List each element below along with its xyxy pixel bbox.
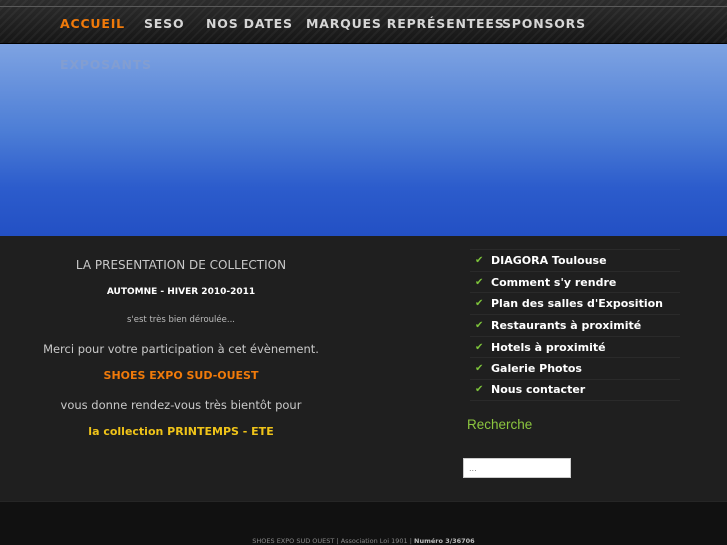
sidebar-item-gallery[interactable]: ✔ Galerie Photos	[470, 357, 680, 379]
sidebar-menu: ✔ DIAGORA Toulouse ✔ Comment s'y rendre …	[470, 249, 680, 401]
header-banner	[0, 44, 727, 236]
thanks-text: Merci pour votre participation à cet évè…	[43, 342, 319, 356]
sidebar-item-label: Nous contacter	[491, 383, 586, 397]
sidebar-item-hotels[interactable]: ✔ Hotels à proximité	[470, 335, 680, 358]
nav-exposants[interactable]: EXPOSANTS	[60, 57, 152, 72]
nav-seso[interactable]: SESO	[144, 16, 184, 31]
check-icon: ✔	[475, 363, 484, 375]
footer-association: SHOES EXPO SUD OUEST | Association Loi 1…	[252, 537, 415, 545]
check-icon: ✔	[475, 254, 484, 266]
rendezvous-text: vous donne rendez-vous très bientôt pour	[60, 398, 302, 412]
check-icon: ✔	[475, 319, 484, 331]
footer: SHOES EXPO SUD OUEST | Association Loi 1…	[0, 501, 727, 545]
season-title: AUTOMNE - HIVER 2010-2011	[106, 287, 256, 297]
sidebar-item-contact[interactable]: ✔ Nous contacter	[470, 379, 680, 401]
brand-name: SHOES EXPO SUD-OUEST	[103, 369, 259, 382]
sidebar-item-label: Comment s'y rendre	[491, 275, 617, 289]
sidebar-item-label: DIAGORA Toulouse	[491, 253, 607, 267]
status-text: s'est très bien déroulée...	[127, 315, 235, 325]
sidebar-item-directions[interactable]: ✔ Comment s'y rendre	[470, 270, 680, 293]
nav-marques-representees[interactable]: MARQUES REPRÉSENTEES	[306, 16, 505, 31]
sidebar-item-label: Plan des salles d'Exposition	[491, 297, 663, 311]
announcement-heading: LA PRESENTATION DE COLLECTION	[75, 258, 287, 272]
sidebar-item-label: Galerie Photos	[491, 362, 582, 376]
sidebar-item-diagora[interactable]: ✔ DIAGORA Toulouse	[470, 249, 680, 271]
nav-top-line	[0, 6, 727, 7]
footer-number: Numéro 3/36706	[414, 537, 475, 545]
nav-accueil[interactable]: ACCUEIL	[60, 16, 125, 31]
search-heading: Recherche	[467, 417, 533, 432]
check-icon: ✔	[475, 341, 484, 353]
nav-sponsors[interactable]: SPONSORS	[502, 16, 586, 31]
next-collection: la collection PRINTEMPS - ETE	[88, 425, 274, 438]
check-icon: ✔	[475, 384, 484, 396]
sidebar-item-restaurants[interactable]: ✔ Restaurants à proximité	[470, 314, 680, 336]
search-input[interactable]	[463, 458, 571, 478]
check-icon: ✔	[475, 298, 484, 310]
nav-nos-dates[interactable]: NOS DATES	[206, 16, 293, 31]
sidebar-item-floor-plan[interactable]: ✔ Plan des salles d'Exposition	[470, 292, 680, 314]
top-nav-bar: ACCUEIL SESO NOS DATES MARQUES REPRÉSENT…	[0, 0, 727, 44]
footer-text: SHOES EXPO SUD OUEST | Association Loi 1…	[0, 537, 727, 545]
check-icon: ✔	[475, 276, 484, 288]
sidebar-item-label: Restaurants à proximité	[491, 318, 642, 332]
sidebar-item-label: Hotels à proximité	[491, 340, 606, 354]
